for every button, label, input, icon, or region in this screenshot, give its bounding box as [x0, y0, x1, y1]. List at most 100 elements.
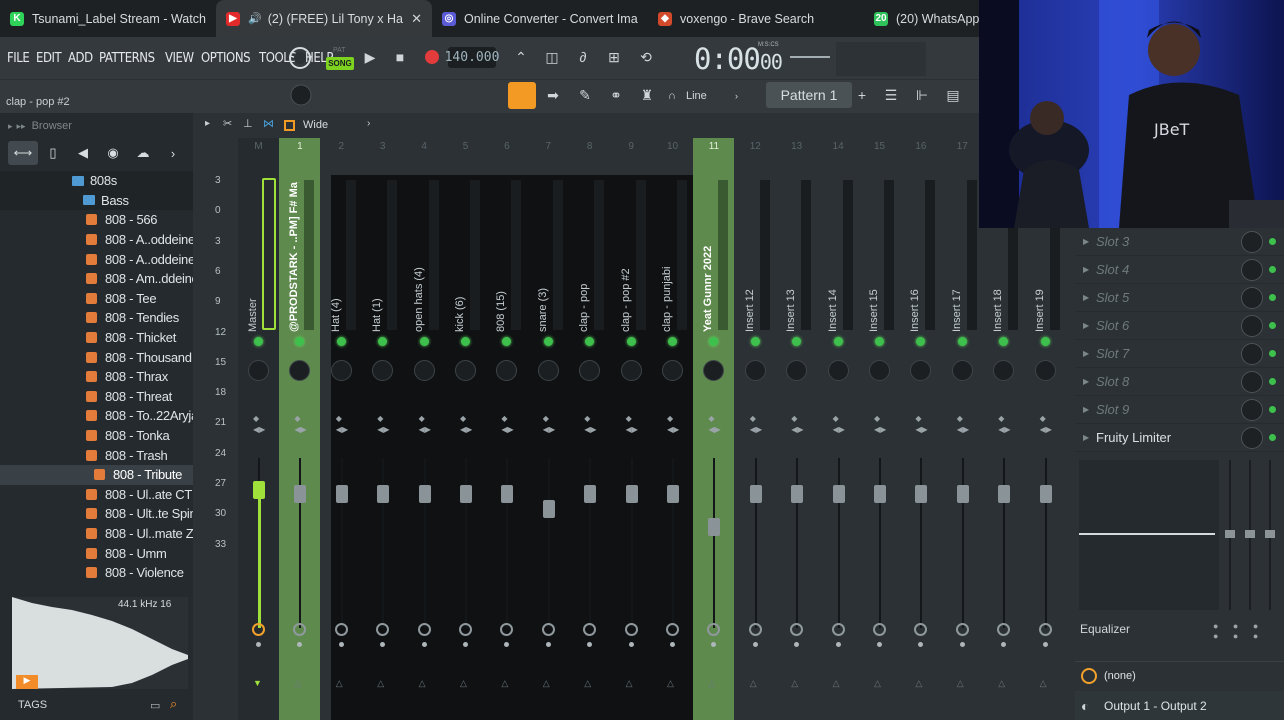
strip-enable-led[interactable] [585, 337, 595, 346]
route-dot[interactable] [752, 642, 758, 647]
browser-file[interactable]: 808 - To..22Aryja [0, 406, 193, 426]
strip-name[interactable]: clap - pop [578, 182, 592, 332]
stereo-separation-icon[interactable]: ◆ ◀▶ [998, 413, 1010, 435]
mixer-strip[interactable]: 2 Hat (4) ◆ ◀▶ △ [321, 138, 362, 720]
route-dot[interactable] [421, 642, 427, 647]
volume-fader[interactable] [625, 485, 638, 503]
song-mode-button[interactable]: SONG [326, 57, 354, 70]
pan-knob[interactable] [455, 360, 476, 381]
close-tab-icon[interactable]: ✕ [403, 11, 422, 27]
mixer-strip[interactable]: 14 Insert 14 ◆ ◀▶ △ [818, 138, 859, 720]
route-dot[interactable] [545, 642, 551, 647]
strip-enable-led[interactable] [336, 337, 346, 346]
route-dot[interactable] [670, 642, 675, 647]
arrows-icon[interactable]: ⋈ [263, 117, 274, 130]
stereo-separation-icon[interactable]: ◆ ◀▶ [750, 413, 762, 435]
metronome-icon[interactable]: ⌃ [509, 45, 533, 69]
strip-name[interactable]: Hat (1) [371, 182, 385, 332]
strip-name[interactable]: Insert 17 [951, 182, 965, 332]
send-knob[interactable] [624, 623, 638, 636]
route-dot[interactable] [256, 642, 261, 647]
volume-fader-track[interactable] [754, 458, 757, 628]
route-triangle-icon[interactable]: △ [667, 678, 674, 689]
strip-enable-led[interactable] [419, 337, 429, 346]
add-pattern-icon[interactable]: + [853, 84, 871, 106]
send-knob[interactable] [376, 623, 390, 636]
route-triangle-icon[interactable]: △ [750, 678, 757, 689]
strip-name[interactable]: @PRODSTARK - ..PM] F# Major [288, 182, 302, 332]
send-knob[interactable] [707, 623, 721, 636]
send-knob[interactable] [914, 623, 928, 636]
strip-enable-led[interactable] [626, 337, 636, 346]
pan-knob[interactable] [496, 360, 518, 381]
mixer-strip[interactable]: 4 open hats (4) ◆ ◀▶ △ [404, 138, 445, 720]
volume-fader-track[interactable] [1003, 458, 1006, 628]
strip-name[interactable]: Yeat Gunnr 2022 [702, 182, 716, 332]
pan-knob[interactable] [620, 360, 642, 381]
channel-rack-icon[interactable]: ▤ [942, 84, 964, 106]
route-triangle-icon[interactable]: △ [419, 678, 426, 689]
stereo-separation-icon[interactable]: ◆ ◀▶ [253, 413, 265, 435]
route-dot[interactable] [504, 642, 510, 647]
send-knob[interactable] [748, 623, 762, 636]
stereo-separation-icon[interactable]: ◆ ◀▶ [915, 413, 927, 435]
strip-enable-led[interactable] [378, 337, 388, 346]
pan-knob[interactable] [662, 360, 683, 381]
stereo-separation-icon[interactable]: ◆ ◀▶ [626, 413, 638, 435]
browser-file[interactable]: 808 - Am..ddeine [0, 269, 193, 289]
browser-file[interactable]: 808 - Umm [0, 543, 193, 563]
stereo-separation-icon[interactable]: ◆ ◀▶ [584, 413, 596, 435]
mixer-strip[interactable]: 5 kick (6) ◆ ◀▶ △ [445, 138, 486, 720]
stereo-separation-icon[interactable]: ◆ ◀▶ [667, 413, 679, 435]
mix-knob[interactable] [1241, 398, 1263, 421]
stereo-separation-icon[interactable]: ◆ ◀▶ [460, 413, 472, 435]
chevron-right-icon[interactable]: ▶ [1083, 237, 1089, 246]
send-knob[interactable] [997, 623, 1011, 636]
volume-fader-track[interactable] [920, 458, 923, 628]
chevron-right-icon[interactable]: ▶ [1083, 405, 1089, 414]
mixer-strip[interactable]: 12 Insert 12 ◆ ◀▶ △ [735, 138, 776, 720]
strip-name[interactable]: kick (6) [454, 182, 468, 332]
slot-enable-led[interactable] [1269, 238, 1276, 245]
mixer-strip[interactable]: 8 clap - pop ◆ ◀▶ △ [569, 138, 610, 720]
play-preview-icon[interactable]: ▶ [16, 675, 38, 689]
strip-enable-led[interactable] [750, 337, 760, 346]
strip-name[interactable]: Hat (4) [330, 182, 344, 332]
speaker-icon[interactable]: ◀ [68, 141, 98, 165]
browser-file[interactable]: 808 - Violence [0, 563, 193, 583]
browser-file[interactable]: 808 - Tendies [0, 308, 193, 328]
menu-item[interactable]: PATTERNS [99, 51, 155, 66]
volume-fader[interactable] [1039, 485, 1052, 503]
pattern-selector[interactable]: Pattern 1 [766, 82, 852, 108]
speaker-icon[interactable]: 🔊 [248, 12, 262, 25]
mix-knob[interactable] [1241, 314, 1263, 337]
fx-slot[interactable]: ▶ Slot 5 [1075, 284, 1284, 312]
route-dot[interactable] [297, 642, 303, 647]
volume-fader[interactable] [460, 485, 472, 503]
route-dot[interactable] [1001, 642, 1007, 647]
volume-fader[interactable] [584, 485, 597, 503]
mixer-strip[interactable]: 6 808 (15) ◆ ◀▶ △ [486, 138, 527, 720]
main-pitch-knob-icon[interactable] [289, 82, 313, 108]
waveform-preview[interactable]: ▶ [12, 597, 188, 689]
strip-enable-led[interactable] [1040, 337, 1050, 346]
strip-enable-led[interactable] [502, 337, 512, 346]
mixer-strip[interactable]: 15 Insert 15 ◆ ◀▶ △ [859, 138, 900, 720]
send-knob[interactable] [252, 623, 265, 636]
volume-fader[interactable] [708, 518, 721, 536]
menu-item[interactable]: ADD [68, 51, 93, 66]
strip-name[interactable]: Insert 16 [909, 182, 923, 332]
dock-icon[interactable]: ⊥ [243, 117, 253, 130]
slot-enable-led[interactable] [1269, 378, 1276, 385]
volume-fader[interactable] [874, 485, 886, 503]
route-dot[interactable] [711, 642, 717, 647]
browser-folder[interactable]: Bass [0, 190, 193, 211]
browser-file[interactable]: 808 - Tee [0, 289, 193, 309]
menu-item[interactable]: FILE [7, 51, 30, 66]
strip-enable-led[interactable] [668, 337, 677, 346]
arrow-right-icon[interactable]: ➡ [542, 84, 564, 106]
fx-slot[interactable]: ▶ Slot 3 [1075, 228, 1284, 256]
mix-knob[interactable] [1241, 286, 1263, 309]
volume-fader[interactable] [335, 485, 348, 503]
route-triangle-icon[interactable]: △ [708, 678, 715, 689]
